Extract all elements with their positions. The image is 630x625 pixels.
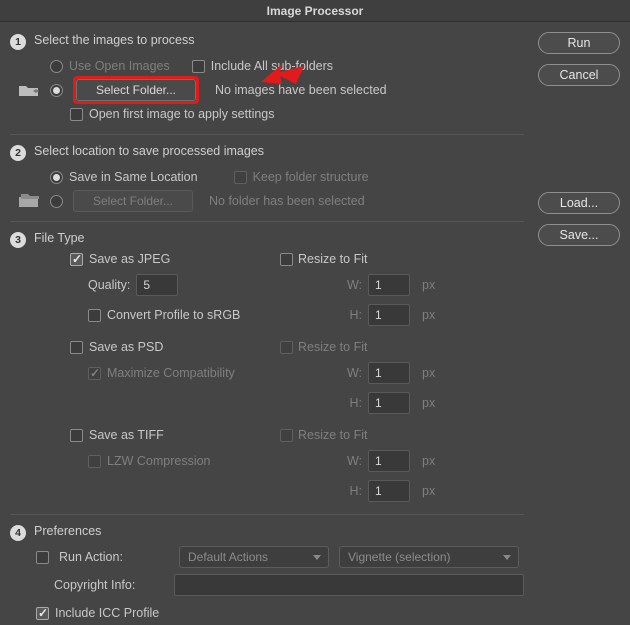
copyright-input[interactable]	[174, 574, 524, 596]
run-action-checkbox[interactable]	[36, 551, 49, 564]
save-jpeg-label: Save as JPEG	[89, 252, 170, 266]
dest-folder-icon	[18, 193, 40, 209]
psd-resize-checkbox	[280, 341, 293, 354]
psd-max-compat-label: Maximize Compatibility	[107, 366, 235, 380]
jpeg-quality-label: Quality:	[88, 278, 130, 292]
save-tiff-label: Save as TIFF	[89, 428, 164, 442]
jpeg-width-input	[368, 274, 410, 296]
tiff-resize-checkbox	[280, 429, 293, 442]
use-open-images-label: Use Open Images	[69, 59, 170, 73]
divider	[10, 514, 524, 515]
section-heading-4: Preferences	[34, 524, 101, 538]
section-number-1: 1	[10, 34, 26, 50]
save-button[interactable]: Save...	[538, 224, 620, 246]
jpeg-resize-label: Resize to Fit	[298, 252, 442, 266]
tiff-resize-label: Resize to Fit	[298, 428, 442, 442]
action-select[interactable]: Vignette (selection)	[339, 546, 519, 568]
source-folder-icon	[18, 82, 40, 98]
psd-max-compat-checkbox	[88, 367, 101, 380]
save-jpeg-checkbox[interactable]	[70, 253, 83, 266]
run-action-label: Run Action:	[59, 550, 169, 564]
copyright-label: Copyright Info:	[36, 578, 164, 592]
select-dest-folder-radio[interactable]	[50, 195, 63, 208]
psd-height-input	[368, 392, 410, 414]
jpeg-convert-srgb-label: Convert Profile to sRGB	[107, 308, 240, 322]
load-button[interactable]: Load...	[538, 192, 620, 214]
jpeg-w-unit: px	[418, 278, 442, 292]
use-open-images-radio	[50, 60, 63, 73]
jpeg-convert-srgb-checkbox[interactable]	[88, 309, 101, 322]
tiff-h-label: H:	[298, 484, 368, 498]
save-same-location-label: Save in Same Location	[69, 170, 198, 184]
divider	[10, 221, 524, 222]
jpeg-h-label: H:	[298, 308, 368, 322]
psd-h-unit: px	[418, 396, 442, 410]
window-title: Image Processor	[0, 0, 630, 22]
keep-folder-structure-label: Keep folder structure	[253, 170, 369, 184]
open-first-image-label: Open first image to apply settings	[89, 107, 275, 121]
tiff-width-input	[368, 450, 410, 472]
jpeg-h-unit: px	[418, 308, 442, 322]
tiff-lzw-checkbox	[88, 455, 101, 468]
section-heading-2: Select location to save processed images	[34, 144, 264, 158]
run-button[interactable]: Run	[538, 32, 620, 54]
dest-folder-status: No folder has been selected	[209, 194, 365, 208]
save-psd-label: Save as PSD	[89, 340, 163, 354]
select-source-folder-button[interactable]: Select Folder...	[76, 79, 196, 101]
section-heading-3: File Type	[34, 231, 85, 245]
select-source-folder-radio[interactable]	[50, 84, 63, 97]
section-number-2: 2	[10, 145, 26, 161]
include-subfolders-checkbox[interactable]	[192, 60, 205, 73]
jpeg-quality-input[interactable]	[136, 274, 178, 296]
tiff-height-input	[368, 480, 410, 502]
keep-folder-structure-checkbox	[234, 171, 247, 184]
psd-w-label: W:	[298, 366, 368, 380]
tiff-h-unit: px	[418, 484, 442, 498]
save-psd-checkbox[interactable]	[70, 341, 83, 354]
tiff-w-unit: px	[418, 454, 442, 468]
jpeg-height-input	[368, 304, 410, 326]
psd-w-unit: px	[418, 366, 442, 380]
save-same-location-radio[interactable]	[50, 171, 63, 184]
section-number-4: 4	[10, 525, 26, 541]
jpeg-w-label: W:	[298, 278, 368, 292]
tiff-w-label: W:	[298, 454, 368, 468]
jpeg-resize-checkbox[interactable]	[280, 253, 293, 266]
section-number-3: 3	[10, 232, 26, 248]
tiff-lzw-label: LZW Compression	[107, 454, 211, 468]
cancel-button[interactable]: Cancel	[538, 64, 620, 86]
include-subfolders-label: Include All sub-folders	[211, 59, 333, 73]
psd-h-label: H:	[298, 396, 368, 410]
open-first-image-checkbox[interactable]	[70, 108, 83, 121]
divider	[10, 134, 524, 135]
source-folder-status: No images have been selected	[215, 83, 387, 97]
select-dest-folder-button[interactable]: Select Folder...	[73, 190, 193, 212]
action-set-select[interactable]: Default Actions	[179, 546, 329, 568]
psd-width-input	[368, 362, 410, 384]
section-heading-1: Select the images to process	[34, 33, 195, 47]
psd-resize-label: Resize to Fit	[298, 340, 442, 354]
save-tiff-checkbox[interactable]	[70, 429, 83, 442]
